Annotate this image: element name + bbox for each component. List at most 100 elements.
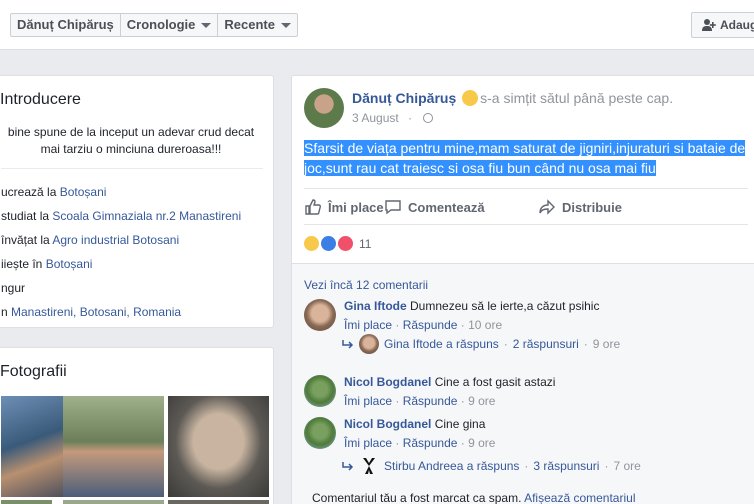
- commenter-avatar[interactable]: [304, 299, 336, 331]
- share-button[interactable]: Distribuie: [538, 198, 622, 216]
- photo-thumbnail[interactable]: [168, 396, 269, 497]
- feeling-text: s-a simțit sătul până peste cap.: [480, 90, 674, 106]
- recent-button[interactable]: Recente: [218, 14, 297, 36]
- reply-arrow-icon: [342, 340, 354, 349]
- sad-reaction-icon: [304, 236, 319, 251]
- replies-author-text: Stirbu Andreea a răspuns: [384, 459, 520, 473]
- intro-card: Introducere bine spune de la inceput un …: [0, 75, 274, 328]
- photo-thumbnail[interactable]: [1, 500, 52, 504]
- reaction-count: 11: [359, 236, 372, 251]
- add-friend-icon: [702, 19, 716, 31]
- chevron-down-icon: [201, 22, 212, 28]
- intro-link[interactable]: Botoșani: [60, 185, 107, 199]
- view-more-comments-link[interactable]: Vezi încă 12 comentarii: [304, 278, 428, 292]
- author-name-link[interactable]: Dănuț Chipăruș: [352, 90, 456, 106]
- add-friend-button[interactable]: Adaug: [691, 12, 754, 38]
- comment-like-link[interactable]: Îmi place: [344, 318, 392, 332]
- replies-toggle[interactable]: Stirbu Andreea a răspuns · 3 răspunsuri …: [342, 456, 641, 476]
- add-friend-label: Adaug: [720, 18, 754, 32]
- timeline-button[interactable]: Cronologie: [121, 14, 219, 36]
- intro-school: studiat la Scoala Gimnaziala nr.2 Manast…: [1, 209, 241, 223]
- replies-time: 9 ore: [592, 337, 621, 351]
- separator: ·: [395, 436, 400, 450]
- comment-text: Gina Iftode Dumnezeu să le ierte,a căzut…: [344, 299, 599, 313]
- separator: ·: [395, 318, 400, 332]
- photo-thumbnail[interactable]: [63, 396, 164, 497]
- comment-like-link[interactable]: Îmi place: [344, 394, 392, 408]
- comment-reply-link[interactable]: Răspunde: [403, 436, 458, 450]
- intro-row-text: iiește în: [1, 257, 46, 271]
- author-avatar[interactable]: [304, 88, 344, 128]
- replies-toggle[interactable]: Gina Iftode a răspuns · 2 răspunsuri · 9…: [342, 334, 620, 354]
- intro-title: Introducere: [0, 91, 81, 108]
- commenter-avatar[interactable]: [304, 417, 336, 449]
- divider: [304, 224, 748, 225]
- replier-avatar: [363, 458, 375, 474]
- post-text-line: Sfarsit de viața pentru mine,mam saturat…: [304, 140, 746, 156]
- comment-like-link[interactable]: Îmi place: [344, 436, 392, 450]
- commenter-name-link[interactable]: Nicol Bogdanel: [344, 375, 431, 389]
- intro-row-text: studiat la: [1, 209, 53, 223]
- replier-avatar: [359, 334, 379, 354]
- intro-relationship: ngur: [1, 281, 25, 295]
- like-button[interactable]: Îmi place: [304, 198, 384, 216]
- intro-lives: iiește în Botoșani: [1, 257, 92, 271]
- commenter-avatar[interactable]: [304, 375, 336, 407]
- comment-button[interactable]: Comentează: [384, 198, 485, 216]
- intro-link[interactable]: Botoșani: [46, 257, 93, 271]
- intro-link[interactable]: Manastireni, Botosani, Romania: [11, 305, 181, 319]
- photo-thumbnail[interactable]: [168, 500, 269, 504]
- comment-time[interactable]: 10 ore: [468, 318, 502, 332]
- comment-reply-link[interactable]: Răspunde: [403, 318, 458, 332]
- reply-arrow-icon: [342, 462, 354, 471]
- intro-from: n Manastireni, Botosani, Romania: [1, 305, 181, 319]
- comment-label: Comentează: [408, 199, 485, 215]
- replies-author-text: Gina Iftode a răspuns: [384, 337, 499, 351]
- chevron-down-icon: [280, 22, 291, 28]
- commenter-name-link[interactable]: Gina Iftode: [344, 299, 407, 313]
- post-card: Dănuț Chipăruș s-a simțit sătul până pes…: [291, 75, 754, 504]
- comment-body: Cine a fost gasit astazi: [434, 375, 556, 389]
- intro-link[interactable]: Scoala Gimnaziala nr.2 Manastireni: [52, 209, 241, 223]
- separator: ·: [460, 394, 465, 408]
- photo-thumbnail[interactable]: [63, 500, 164, 504]
- photos-card: Fotografii: [0, 347, 274, 504]
- like-label: Îmi place: [328, 199, 384, 215]
- post-text: Sfarsit de viața pentru mine,mam saturat…: [304, 138, 754, 178]
- separator: ·: [604, 459, 609, 473]
- tired-face-icon: [462, 90, 479, 106]
- intro-link[interactable]: Agro industrial Botosani: [52, 233, 179, 247]
- separator: ·: [524, 459, 529, 473]
- timeline-label: Cronologie: [126, 17, 196, 32]
- comment-reply-link[interactable]: Răspunde: [403, 394, 458, 408]
- comment-actions: Îmi place · Răspunde · 9 ore: [344, 394, 495, 408]
- love-reaction-icon: [338, 236, 353, 251]
- intro-row-text: n: [1, 305, 12, 319]
- post-date-row: 3 August ·: [352, 111, 434, 125]
- intro-row-text: ucrează la: [1, 185, 60, 199]
- profile-name-button[interactable]: Dănuț Chipăruș: [11, 14, 121, 36]
- comment-icon: [385, 200, 401, 215]
- commenter-name-link[interactable]: Nicol Bogdanel: [344, 417, 431, 431]
- profile-name-label: Dănuț Chipăruș: [17, 17, 114, 32]
- reactions-summary[interactable]: 11: [304, 236, 371, 251]
- comment-text: Nicol Bogdanel Cine gina: [344, 417, 485, 431]
- spam-notice: Comentariul tău a fost marcat ca spam. A…: [312, 491, 635, 504]
- profile-top-bar: Dănuț Chipăruș Cronologie Recente Adaug: [0, 0, 754, 50]
- comment-body: Cine gina: [434, 417, 486, 431]
- post-date-link[interactable]: 3 August: [352, 111, 399, 125]
- replies-count: 2 răspunsuri: [512, 337, 579, 351]
- separator: ·: [408, 111, 413, 125]
- comment-text: Nicol Bogdanel Cine a fost gasit astazi: [344, 375, 555, 389]
- comment-actions: Îmi place · Răspunde · 10 ore: [344, 318, 502, 332]
- separator: ·: [460, 436, 465, 450]
- comment-time[interactable]: 9 ore: [468, 436, 495, 450]
- comment-body: Dumnezeu să le ierte,a căzut psihic: [410, 299, 600, 313]
- show-comment-link[interactable]: Afișează comentariul: [524, 491, 635, 504]
- comment-time[interactable]: 9 ore: [468, 394, 495, 408]
- replies-count: 3 răspunsuri: [533, 459, 600, 473]
- intro-row-text: învățat la: [1, 233, 53, 247]
- separator: ·: [583, 337, 588, 351]
- intro-bio: bine spune de la inceput un adevar crud …: [7, 125, 255, 156]
- spam-text: Comentariul tău a fost marcat ca spam.: [312, 491, 522, 504]
